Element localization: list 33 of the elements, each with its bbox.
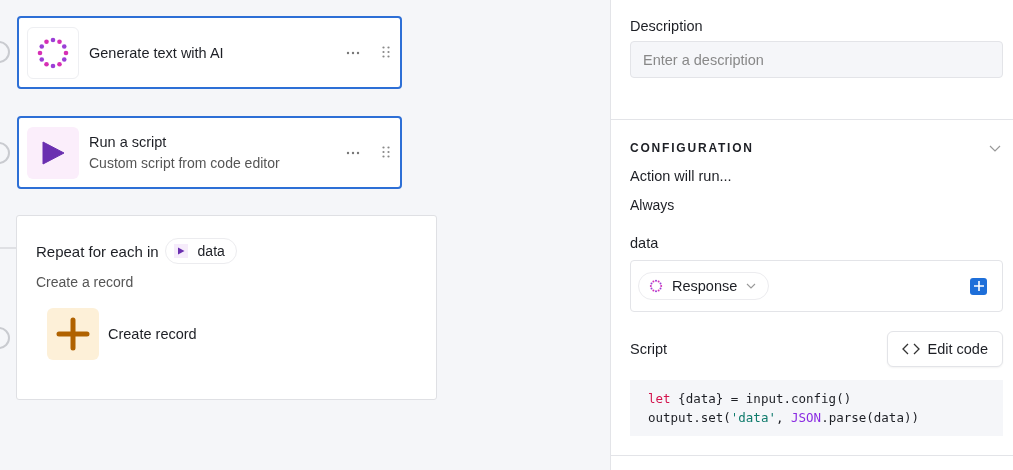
- drag-handle-icon: [382, 146, 390, 159]
- plus-icon: [972, 280, 985, 292]
- step-card[interactable]: Generate text with AI: [17, 16, 402, 89]
- step-title: Generate text with AI: [89, 44, 225, 61]
- add-button[interactable]: [970, 277, 987, 295]
- code-icon: [901, 343, 920, 355]
- section-heading: CONFIGURATION: [630, 141, 754, 155]
- more-icon: [346, 50, 360, 55]
- drag-handle-icon: [382, 46, 390, 59]
- play-icon: [176, 247, 185, 255]
- edit-code-button[interactable]: Edit code: [886, 331, 1003, 367]
- chevron-icon: [746, 283, 757, 289]
- code-line: output.set('data', JSON.parse(data)): [648, 409, 919, 427]
- step-title: Run a script: [89, 134, 168, 150]
- field-value: Always: [630, 197, 676, 213]
- step-subtitle: Custom script from code editor: [89, 155, 281, 171]
- field-label: Description: [630, 18, 704, 34]
- action-title: Create record: [108, 326, 197, 342]
- field-label: Script: [630, 341, 668, 357]
- repeat-title: Repeat for each in: [36, 242, 159, 260]
- step-card[interactable]: Run a script Custom script from code editor: [17, 116, 402, 189]
- dotted-ring-icon: [36, 35, 70, 70]
- field-label: data: [630, 235, 660, 251]
- description-input[interactable]: Enter a description: [630, 41, 1003, 78]
- repeat-subtitle: Create a record: [36, 274, 135, 290]
- data-input[interactable]: Response: [630, 260, 1003, 312]
- plus-icon: [56, 317, 90, 351]
- more-icon: [346, 150, 360, 155]
- play-icon: [40, 139, 66, 166]
- code-line: let {data} = input.config(): [648, 390, 852, 408]
- chevron-icon[interactable]: [989, 144, 1001, 152]
- dotted-ring-icon: [649, 279, 663, 293]
- field-label: Action will run...: [630, 168, 733, 184]
